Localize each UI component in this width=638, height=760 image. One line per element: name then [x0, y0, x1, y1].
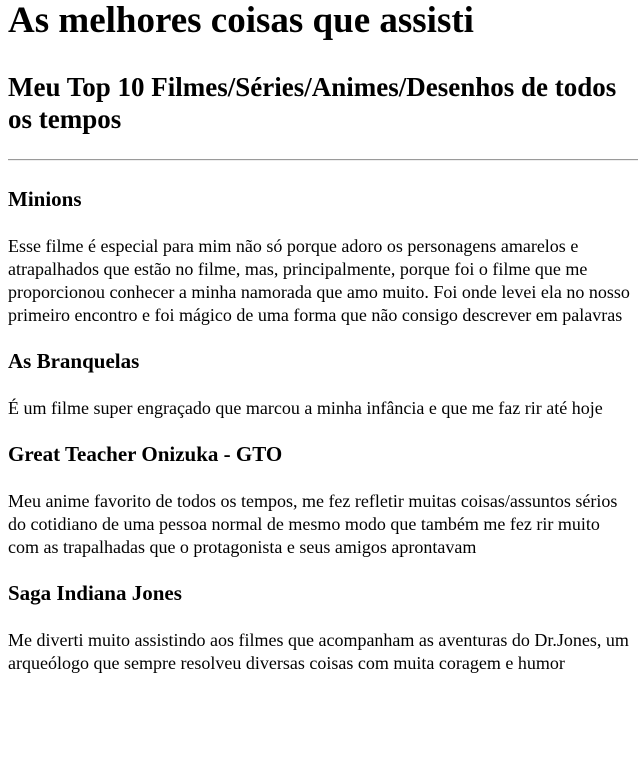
item-title: As Branquelas — [8, 349, 140, 373]
top-list: Minions Esse filme é especial para mim n… — [8, 187, 630, 675]
divider — [8, 159, 638, 161]
list-item-as-branquelas: As Branquelas É um filme super engraçado… — [8, 349, 630, 420]
item-title: Great Teacher Onizuka - GTO — [8, 442, 283, 466]
item-title: Saga Indiana Jones — [8, 581, 182, 605]
item-title: Minions — [8, 187, 82, 211]
item-description: É um filme super engraçado que marcou a … — [8, 398, 603, 418]
list-item-indiana-jones: Saga Indiana Jones Me diverti muito assi… — [8, 581, 630, 675]
page-subtitle: Meu Top 10 Filmes/Séries/Animes/Desenhos… — [8, 72, 617, 134]
item-description: Me diverti muito assistindo aos filmes q… — [8, 630, 629, 673]
list-item-minions: Minions Esse filme é especial para mim n… — [8, 187, 630, 327]
item-description: Meu anime favorito de todos os tempos, m… — [8, 491, 618, 557]
item-description: Esse filme é especial para mim não só po… — [8, 236, 630, 325]
page-content: As melhores coisas que assisti Meu Top 1… — [0, 0, 638, 675]
list-item-gto: Great Teacher Onizuka - GTO Meu anime fa… — [8, 442, 630, 559]
page-title: As melhores coisas que assisti — [8, 0, 474, 41]
